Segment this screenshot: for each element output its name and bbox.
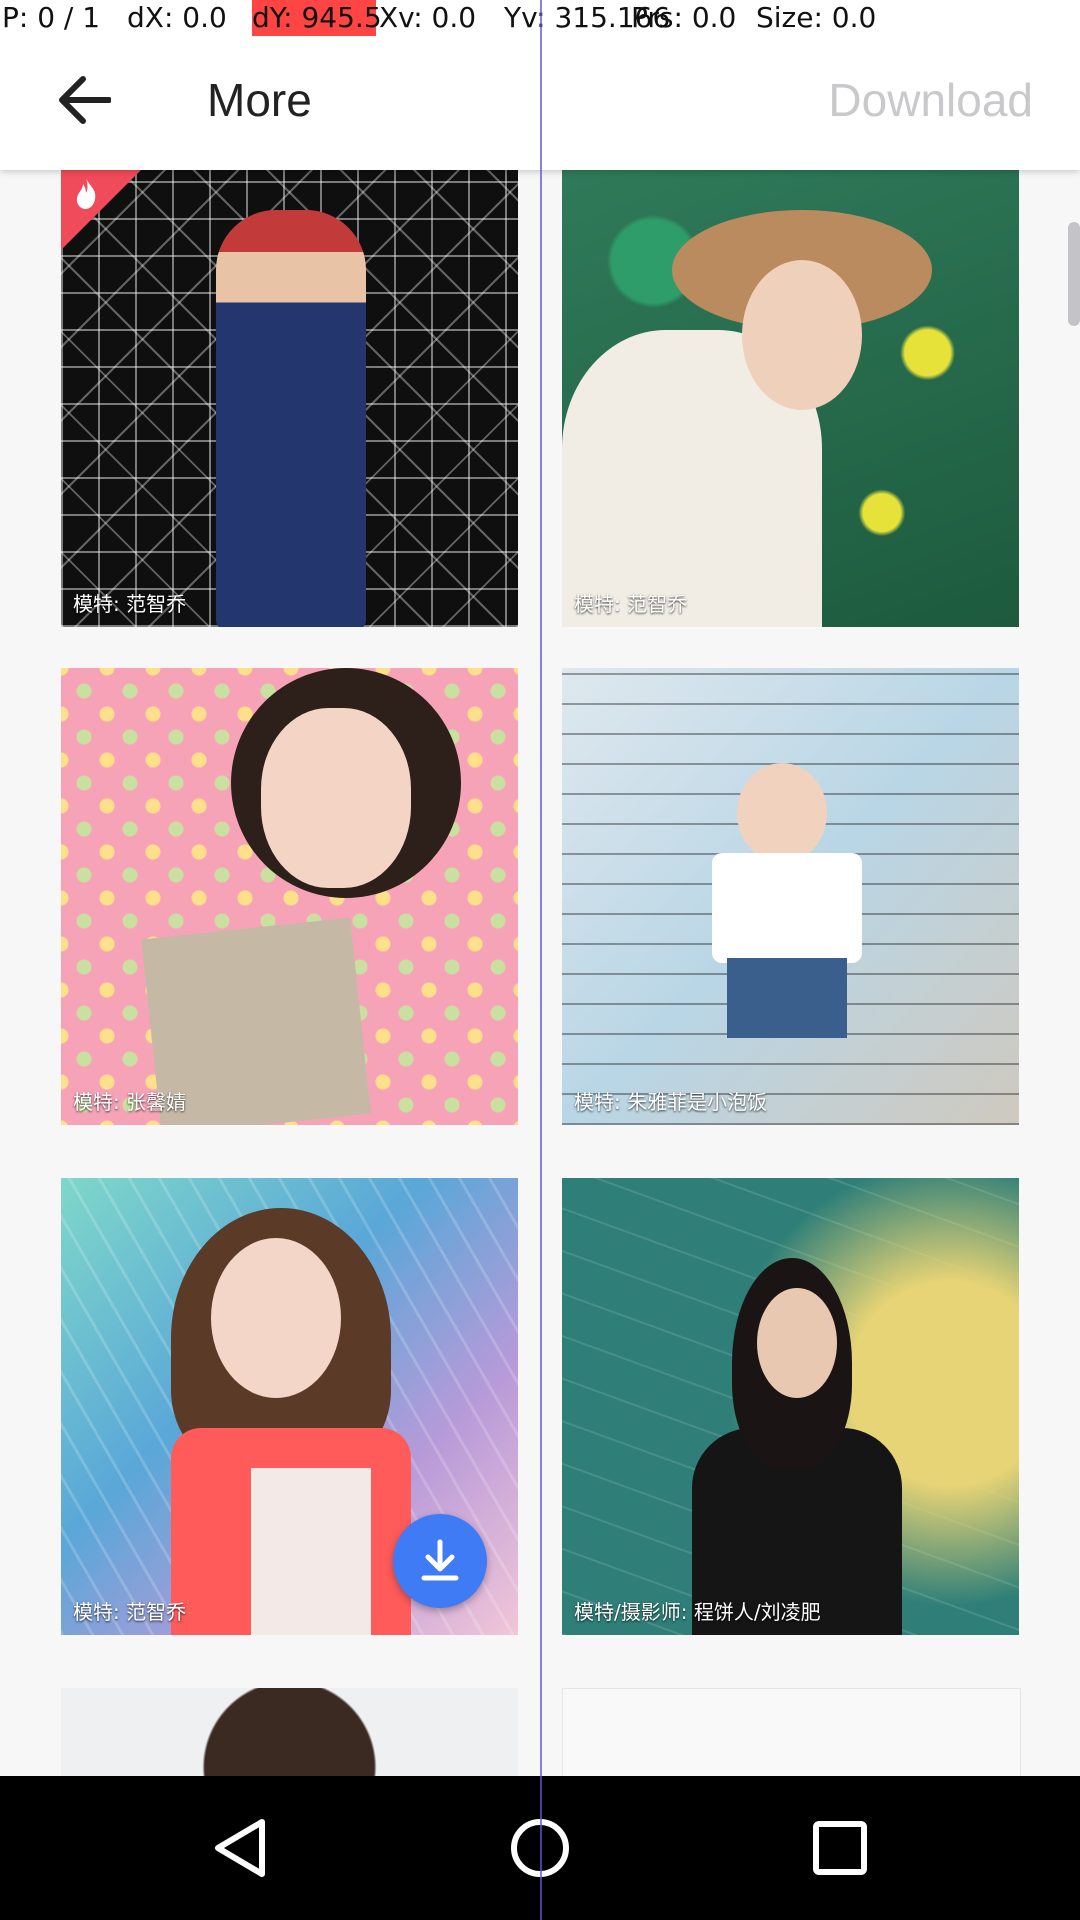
card-caption: 模特: 朱雅菲是小泡饭: [574, 1090, 768, 1114]
download-icon: [421, 1539, 459, 1581]
debug-dx: dX: 0.0: [127, 1, 227, 34]
image-card[interactable]: [61, 1688, 518, 1776]
card-image: [562, 1178, 1019, 1635]
download-fab[interactable]: [393, 1514, 487, 1608]
card-image: [61, 668, 518, 1125]
debug-prs: Prs: 0.0: [631, 1, 737, 34]
card-image: [61, 1688, 518, 1776]
card-caption: 模特: 范智乔: [73, 592, 187, 616]
nav-recents-button[interactable]: [790, 1798, 890, 1898]
flame-icon: [76, 178, 96, 209]
pointer-trace-line: [540, 0, 542, 1920]
hot-badge: [61, 170, 141, 250]
recents-square-icon: [813, 1821, 867, 1875]
card-caption: 模特: 范智乔: [574, 592, 688, 616]
debug-xv: Xv: 0.0: [379, 1, 477, 34]
debug-dy: dY: 945.5: [252, 0, 382, 36]
card-caption: 模特: 张馨婧: [73, 1090, 187, 1114]
image-card-placeholder[interactable]: [562, 1688, 1021, 1776]
card-caption: 模特/摄影师: 程饼人/刘凌肥: [574, 1600, 821, 1624]
debug-pointer-count: P: 0 / 1: [2, 1, 101, 34]
image-card[interactable]: 模特: 范智乔: [562, 170, 1019, 627]
image-card[interactable]: 模特: 朱雅菲是小泡饭: [562, 668, 1019, 1125]
back-button[interactable]: [44, 60, 124, 140]
page-title: More: [207, 74, 312, 126]
image-card[interactable]: 模特/摄影师: 程饼人/刘凌肥: [562, 1178, 1019, 1635]
download-button[interactable]: Download: [828, 60, 1033, 140]
card-image: [562, 668, 1019, 1125]
scrollbar-thumb[interactable]: [1068, 222, 1080, 326]
debug-size: Size: 0.0: [756, 1, 877, 34]
image-card[interactable]: 模特: 张馨婧: [61, 668, 518, 1125]
card-caption: 模特: 范智乔: [73, 1600, 187, 1624]
nav-back-button[interactable]: [190, 1798, 290, 1898]
image-card[interactable]: 模特: 范智乔: [61, 1178, 518, 1635]
arrow-left-icon: [59, 76, 111, 124]
card-image: [562, 170, 1019, 627]
image-card[interactable]: 模特: 范智乔: [61, 170, 518, 627]
back-triangle-icon: [215, 1819, 265, 1877]
